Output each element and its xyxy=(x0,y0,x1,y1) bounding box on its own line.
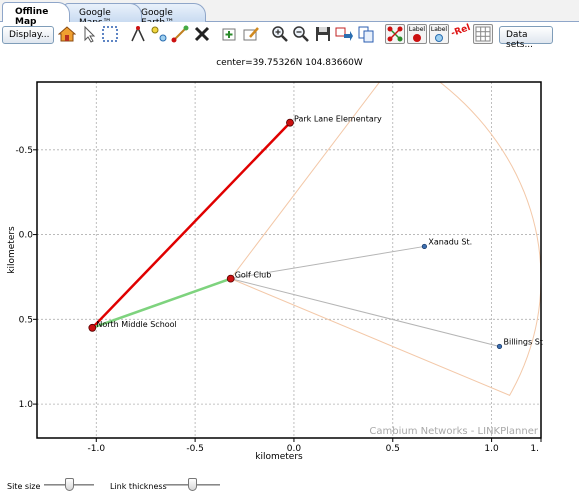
y-tick-label: -0.5 xyxy=(15,146,33,156)
hub-site-marker[interactable] xyxy=(88,323,97,332)
remote-site-marker[interactable] xyxy=(421,243,427,250)
sector-outline xyxy=(229,82,541,396)
hub-site-marker[interactable] xyxy=(226,274,235,283)
site-label: Park Lane Elementary xyxy=(294,115,382,124)
edit-note-icon[interactable] xyxy=(242,25,260,43)
hub-site-marker[interactable] xyxy=(286,118,294,127)
link-thickness-label: Link thickness xyxy=(110,482,167,491)
display-button[interactable]: Display... xyxy=(2,26,54,44)
add-link-icon[interactable] xyxy=(171,25,189,43)
map-chart[interactable]: Park Lane Elementary Xanadu St. Golf Club N… xyxy=(0,70,579,470)
copy-icon[interactable] xyxy=(357,25,375,43)
network-icon xyxy=(387,26,403,42)
x-tick-label: -1.0 xyxy=(88,444,106,454)
x-tick-label: 1. xyxy=(530,444,539,454)
save-icon[interactable] xyxy=(314,25,332,43)
site-size-thumb[interactable] xyxy=(64,478,74,491)
site-size-slider[interactable] xyxy=(44,478,94,492)
x-tick-label: -0.5 xyxy=(186,444,204,454)
link-line xyxy=(91,121,291,329)
zoom-in-icon[interactable] xyxy=(271,25,289,43)
y-axis-label: kilometers xyxy=(7,226,17,274)
export-icon[interactable] xyxy=(335,25,353,43)
hub-dot-icon xyxy=(413,34,421,42)
add-remote-icon[interactable] xyxy=(150,25,168,43)
y-tick-label: 1.0 xyxy=(19,400,34,410)
x-tick-label: 1.0 xyxy=(484,444,499,454)
y-tick-label: 0.0 xyxy=(19,231,34,241)
select-area-icon[interactable] xyxy=(101,25,119,43)
watermark-text: Cambium Networks - LINKPlanner xyxy=(369,426,538,437)
x-axis-label: kilometers xyxy=(255,452,303,462)
site-label: Golf Club xyxy=(235,271,272,280)
tick-labels: -1.0 -0.5 0.0 0.5 1.0 1.-0.50.00.51.0 xyxy=(15,146,542,454)
remote-dot-icon xyxy=(435,34,443,42)
relative-toggle[interactable]: -Rel xyxy=(450,23,472,39)
antenna-sector xyxy=(229,82,541,396)
show-network-toggle[interactable] xyxy=(385,24,405,44)
site-label: Xanadu St. xyxy=(428,237,472,246)
zoom-out-icon[interactable] xyxy=(292,25,310,43)
x-tick-label: 0.5 xyxy=(386,444,400,454)
add-note-icon[interactable] xyxy=(220,25,238,43)
label-remotes-toggle[interactable]: Label xyxy=(429,24,449,44)
map-center-readout: center=39.75326N 104.83660W xyxy=(216,58,363,68)
site-size-label: Site size xyxy=(7,482,41,491)
grid-toggle[interactable] xyxy=(473,24,493,44)
data-sets-button[interactable]: Data sets... xyxy=(499,26,553,50)
tab-offline-map[interactable]: Offline Map xyxy=(2,2,70,27)
site-label: Billings St xyxy=(503,337,542,346)
tab-google-maps[interactable]: Google Maps™ xyxy=(64,3,142,28)
delete-icon[interactable] xyxy=(193,25,211,43)
remote-site-marker[interactable] xyxy=(496,343,503,350)
home-icon[interactable] xyxy=(58,25,76,43)
y-tick-label: 0.5 xyxy=(19,315,33,325)
label-hubs-toggle[interactable]: Label xyxy=(407,24,427,44)
grid-icon xyxy=(475,26,491,42)
grid-lines xyxy=(37,82,541,438)
link-thickness-slider[interactable] xyxy=(164,478,220,492)
pointer-icon[interactable] xyxy=(81,25,99,43)
plot-frame xyxy=(36,81,542,439)
label-badge-text-2: Label xyxy=(430,26,448,33)
link-line xyxy=(230,278,500,347)
toolbar: Display... Label Label -Rel Data sets... xyxy=(0,22,579,50)
tab-strip: Google Earth™ Google Maps™ Offline Map xyxy=(0,0,579,28)
site-label: North Middle School xyxy=(96,320,176,329)
label-badge-text: Label xyxy=(408,26,426,33)
link-thickness-thumb[interactable] xyxy=(187,478,197,491)
add-site-icon[interactable] xyxy=(129,25,147,43)
